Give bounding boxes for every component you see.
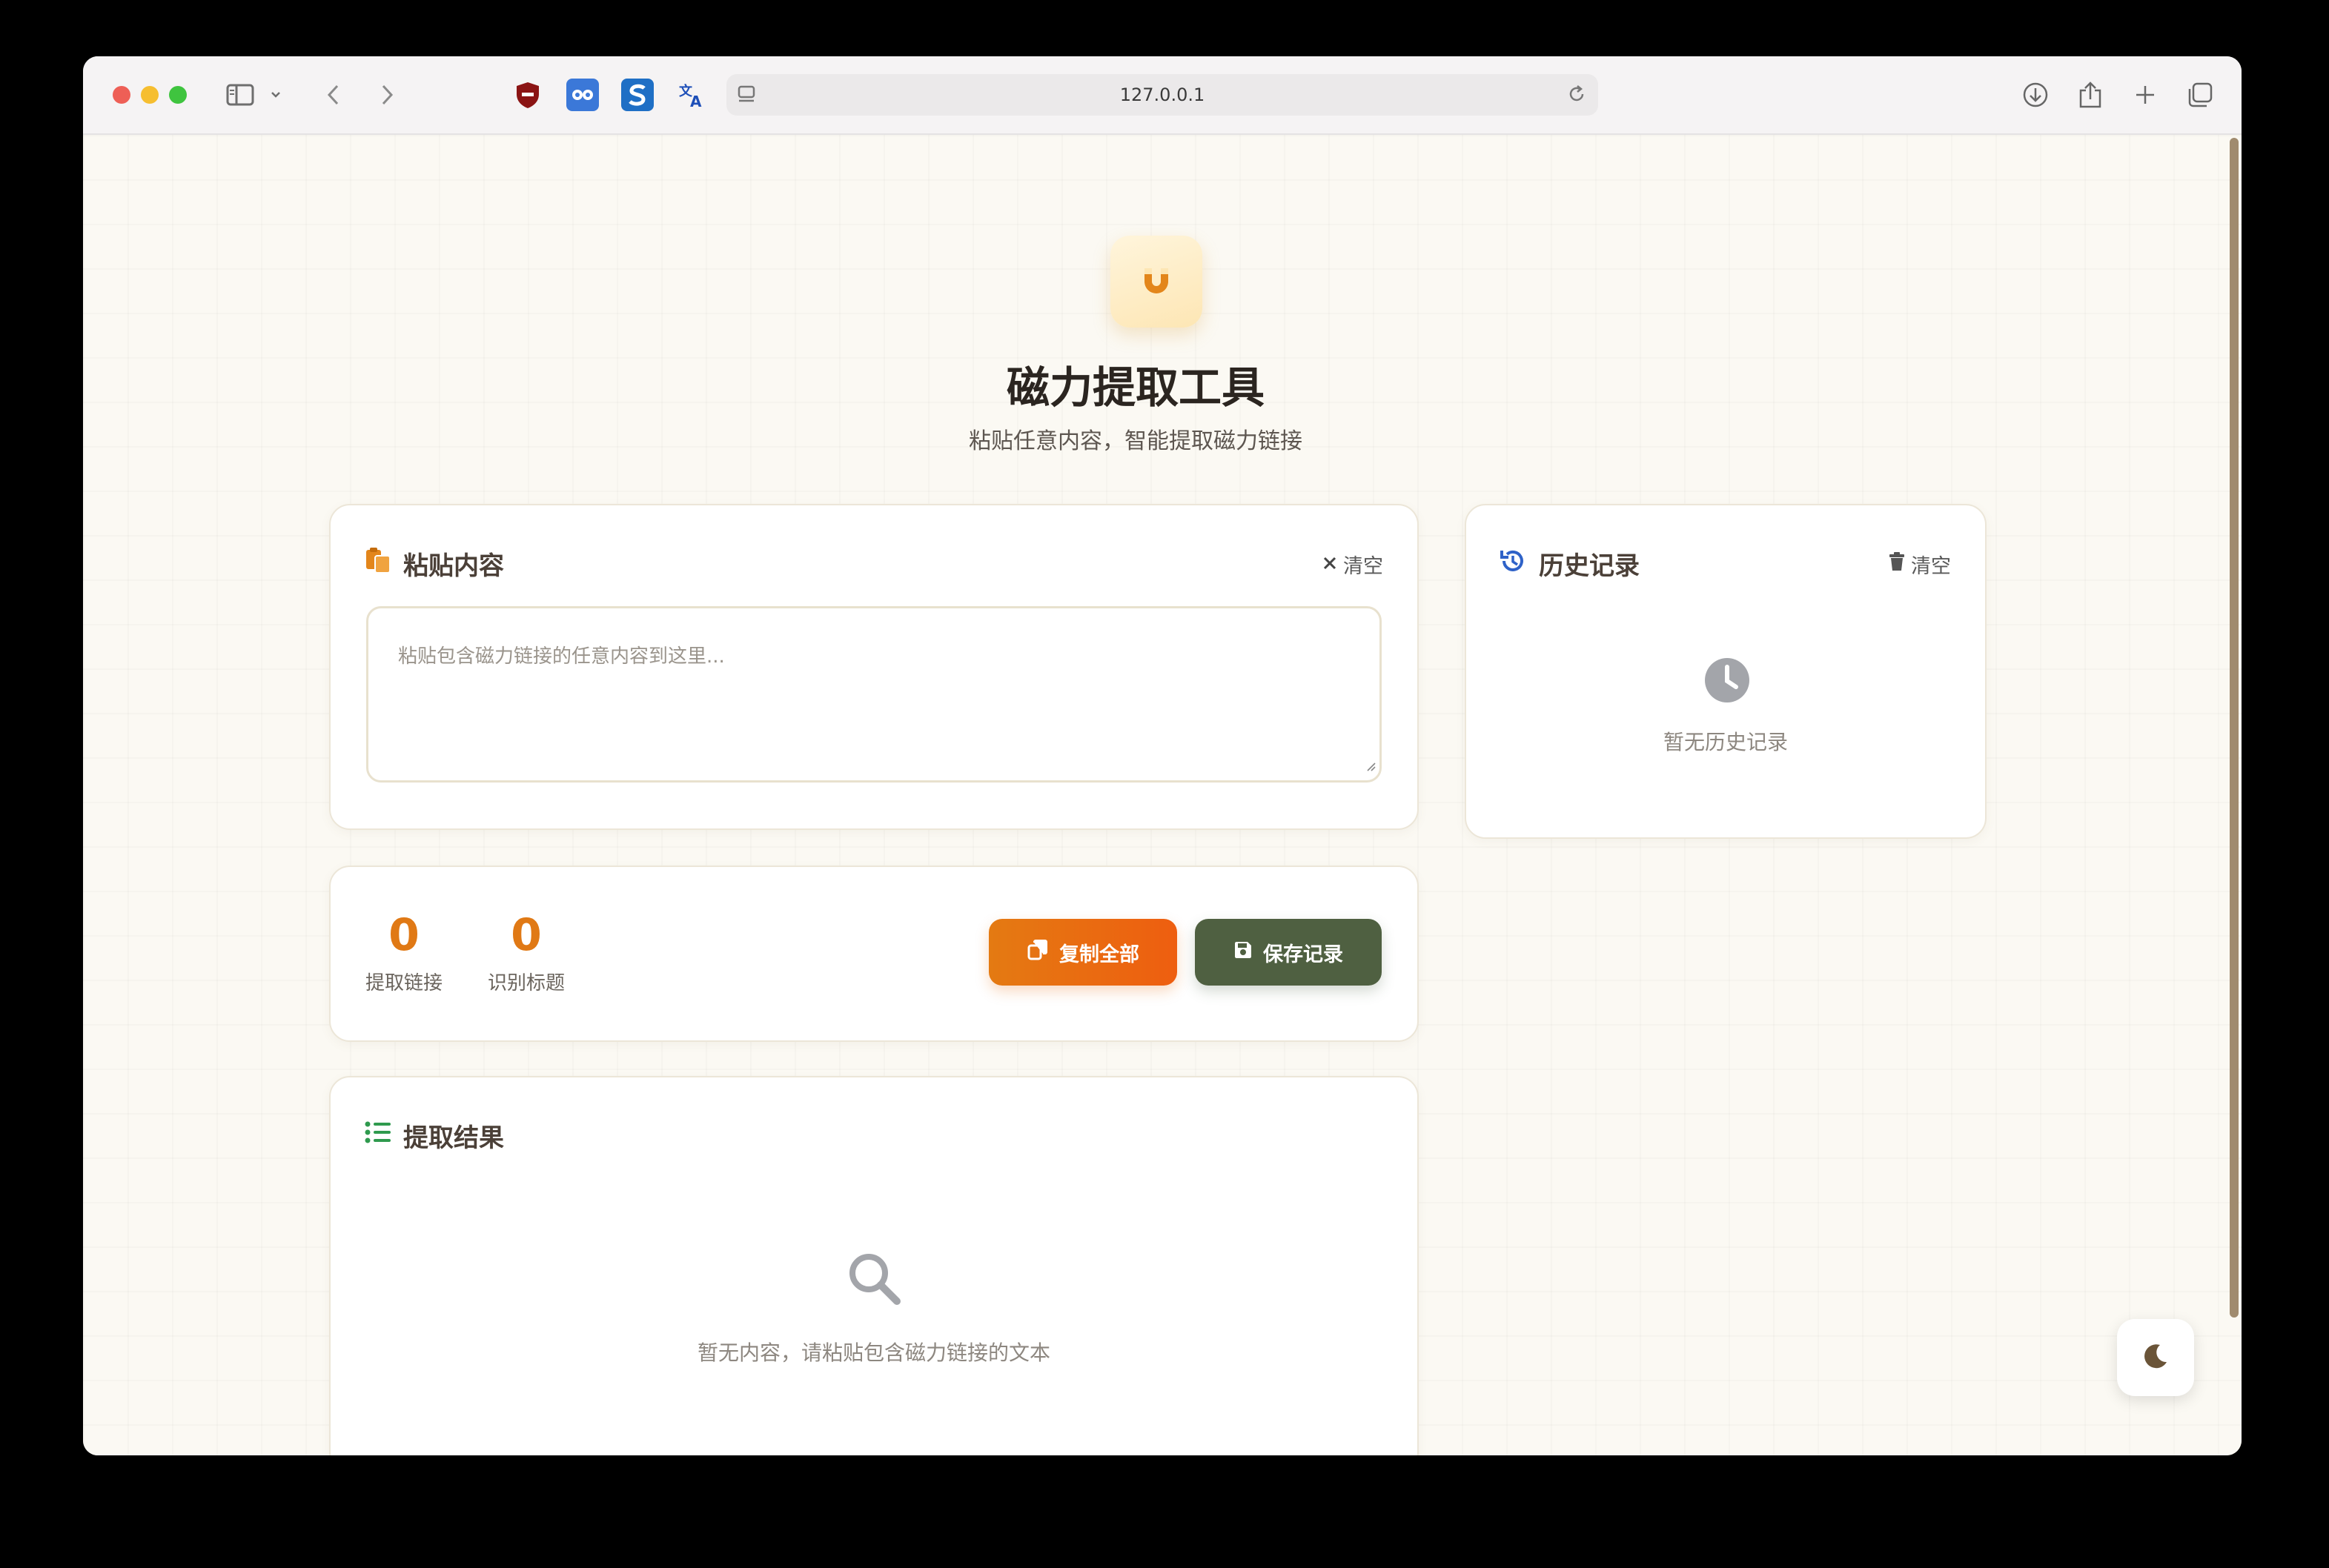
- minimize-window-button[interactable]: [141, 86, 159, 104]
- sidebar-toggle-icon[interactable]: [225, 80, 255, 110]
- page: 磁力提取工具 粘贴任意内容，智能提取磁力链接 粘贴内容 清空 粘贴包含磁力链接的…: [83, 135, 2242, 1455]
- results-card-title: 提取结果: [403, 1123, 504, 1153]
- copy-all-button[interactable]: 复制全部: [989, 919, 1177, 986]
- shield-extension-icon[interactable]: [511, 79, 544, 111]
- theme-toggle-button[interactable]: [2117, 1319, 2194, 1396]
- download-icon[interactable]: [2021, 80, 2050, 110]
- paste-clear-label: 清空: [1343, 555, 1383, 578]
- paste-card-title: 粘贴内容: [403, 551, 504, 581]
- forward-icon[interactable]: [372, 80, 402, 110]
- paste-clear-button[interactable]: 清空: [1322, 550, 1383, 579]
- translate-extension-icon[interactable]: 文A: [676, 79, 709, 111]
- history-empty-text: 暂无历史记录: [1663, 730, 1788, 754]
- paste-placeholder: 粘贴包含磁力链接的任意内容到这里...: [398, 645, 725, 668]
- titles-label: 识别标题: [487, 972, 565, 994]
- results-empty-text: 暂无内容，请粘贴包含磁力链接的文本: [697, 1341, 1050, 1365]
- search-icon: [845, 1249, 903, 1310]
- clock-icon: [1703, 657, 1751, 707]
- copy-all-label: 复制全部: [1059, 943, 1139, 966]
- history-icon: [1499, 547, 1527, 578]
- magnet-icon: [1110, 236, 1202, 328]
- back-icon[interactable]: [319, 80, 348, 110]
- chevron-down-icon[interactable]: [267, 80, 285, 110]
- browser-window: 文A 127.0.0.1 磁力提取工具 粘贴任意内容，智能提取磁力链接 粘贴内容…: [83, 56, 2242, 1455]
- history-card: 历史记录 清空 暂无历史记录: [1465, 504, 1987, 839]
- svg-text:A: A: [690, 93, 702, 109]
- trash-icon: [1889, 552, 1905, 577]
- close-window-button[interactable]: [113, 86, 130, 104]
- tab-overview-icon[interactable]: [2185, 80, 2215, 110]
- save-icon: [1233, 940, 1253, 965]
- save-record-button[interactable]: 保存记录: [1195, 919, 1382, 986]
- browser-toolbar: 文A 127.0.0.1: [83, 56, 2242, 135]
- links-stat: 0 提取链接: [363, 910, 445, 995]
- save-record-label: 保存记录: [1263, 943, 1343, 966]
- zoom-window-button[interactable]: [169, 86, 187, 104]
- history-clear-button[interactable]: 清空: [1889, 550, 1951, 579]
- address-bar[interactable]: 127.0.0.1: [726, 74, 1598, 116]
- links-count: 0: [388, 909, 420, 961]
- paste-textarea[interactable]: 粘贴包含磁力链接的任意内容到这里...: [366, 606, 1382, 783]
- share-icon[interactable]: [2075, 80, 2105, 110]
- clipboard-icon: [365, 547, 391, 577]
- close-icon: [1322, 553, 1337, 576]
- titles-count: 0: [511, 909, 542, 961]
- paste-card: 粘贴内容 清空 粘贴包含磁力链接的任意内容到这里...: [329, 504, 1419, 830]
- links-label: 提取链接: [365, 972, 443, 994]
- page-title: 磁力提取工具: [1006, 362, 1265, 413]
- list-icon: [365, 1120, 391, 1147]
- history-card-title: 历史记录: [1539, 551, 1640, 581]
- s-extension-icon[interactable]: [621, 79, 654, 111]
- bitwarden-extension-icon[interactable]: [566, 79, 599, 111]
- new-tab-icon[interactable]: [2130, 80, 2160, 110]
- history-clear-label: 清空: [1911, 555, 1951, 578]
- url-text: 127.0.0.1: [1119, 84, 1205, 105]
- reload-icon[interactable]: [1566, 83, 1588, 110]
- resize-handle-icon[interactable]: [1365, 755, 1376, 777]
- copy-icon: [1027, 939, 1049, 966]
- scrollbar[interactable]: [2230, 138, 2239, 1318]
- stats-card: 0 提取链接 0 识别标题 复制全部 保存记录: [329, 866, 1419, 1042]
- page-subtitle: 粘贴任意内容，智能提取磁力链接: [969, 428, 1302, 454]
- results-card: 提取结果 暂无内容，请粘贴包含磁力链接的文本: [329, 1076, 1419, 1455]
- titles-stat: 0 识别标题: [482, 910, 571, 995]
- moon-icon: [2141, 1341, 2170, 1374]
- page-menu-icon[interactable]: [737, 84, 756, 110]
